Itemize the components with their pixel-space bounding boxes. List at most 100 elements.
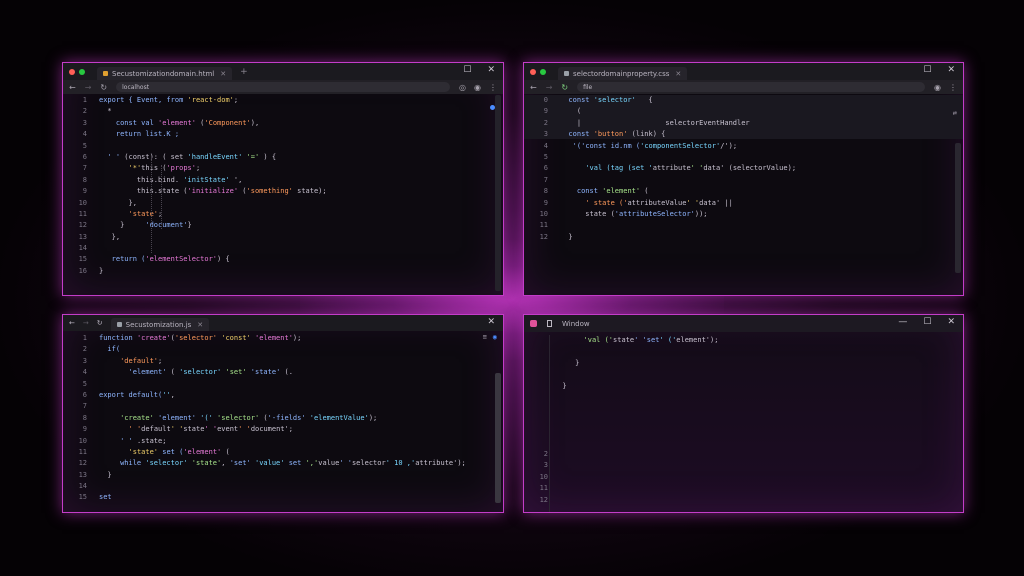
code-area[interactable]: function 'create'('selector' 'const' 'el… bbox=[99, 333, 493, 512]
code-line[interactable]: 'create' 'element' '(' 'selector' ('-fie… bbox=[99, 413, 493, 424]
settings-icon[interactable]: ◉ bbox=[493, 333, 497, 341]
more-icon[interactable]: ⋮ bbox=[489, 83, 497, 92]
window-top-right[interactable]: selectordomainproperty.css ✕ ☐ ✕ ← → ↻ f… bbox=[523, 62, 964, 296]
new-tab-plus-icon[interactable]: + bbox=[240, 67, 248, 77]
close-dot-icon[interactable] bbox=[530, 68, 536, 75]
code-line[interactable]: export { Event, from 'react-dom'; bbox=[99, 95, 493, 106]
maximize-dot-icon[interactable] bbox=[79, 68, 85, 75]
code-line[interactable] bbox=[554, 346, 953, 357]
code-line[interactable] bbox=[99, 379, 493, 390]
code-line[interactable]: }, bbox=[99, 232, 493, 243]
code-line[interactable]: 'state'; bbox=[99, 209, 493, 220]
code-line[interactable]: 'element' ( 'selector' 'set' 'state' (. bbox=[99, 367, 493, 378]
code-line[interactable]: const val 'element' ('Component'), bbox=[99, 118, 493, 129]
code-line[interactable]: const 'button' (link) { bbox=[560, 129, 953, 140]
vertical-scrollbar[interactable] bbox=[495, 95, 501, 291]
minimize-icon[interactable]: — bbox=[898, 317, 907, 327]
code-line[interactable] bbox=[99, 141, 493, 152]
code-line[interactable] bbox=[560, 175, 953, 186]
titlebar[interactable]: ← → ↻ Secustomization.js ✕ ✕ bbox=[63, 315, 503, 331]
split-editor-icon[interactable]: ⇄ bbox=[953, 109, 957, 117]
close-icon[interactable]: ✕ bbox=[487, 65, 495, 75]
code-line[interactable]: this.bind. 'initState' ', bbox=[99, 175, 493, 186]
browser-tab[interactable]: selectordomainproperty.css ✕ bbox=[558, 67, 688, 80]
code-line[interactable]: export default('', bbox=[99, 390, 493, 401]
code-editor[interactable]: 1 2 3 4 5 6 7 8 9 10 11 12 13 14 15 16 export { Event, … bbox=[63, 95, 503, 295]
close-icon[interactable]: ✕ bbox=[947, 65, 955, 75]
back-icon[interactable]: ← bbox=[530, 83, 537, 92]
code-line[interactable]: } bbox=[99, 470, 493, 481]
reload-icon[interactable]: ↻ bbox=[561, 83, 568, 92]
code-line[interactable]: | selectorEventHandler bbox=[560, 118, 953, 129]
window-top-left[interactable]: Secustomizationdomain.html ✕ + ☐ ✕ ← → ↻… bbox=[62, 62, 504, 296]
code-line[interactable]: ' ' (const): ( set 'handleEvent' '=' ) { bbox=[99, 152, 493, 163]
maximize-icon[interactable]: ☐ bbox=[463, 65, 471, 75]
tab-close-icon[interactable]: ✕ bbox=[220, 70, 226, 78]
titlebar[interactable]: Window — ☐ ✕ bbox=[524, 315, 963, 332]
window-bottom-right[interactable]: Window — ☐ ✕ 'val ('state' 'set' ('eleme… bbox=[523, 314, 964, 513]
code-line[interactable]: } bbox=[554, 381, 953, 392]
forward-icon[interactable]: → bbox=[546, 83, 553, 92]
code-line[interactable]: const 'element' ( bbox=[560, 186, 953, 197]
code-editor[interactable]: 0 9 2 3 4 5 6 7 8 9 10 11 12 const 'selector' { ( | … bbox=[524, 95, 963, 295]
close-icon[interactable]: ✕ bbox=[487, 317, 495, 327]
profile-icon[interactable]: ◉ bbox=[934, 83, 941, 92]
code-line[interactable]: 'val ('state' 'set' ('element'); bbox=[554, 335, 953, 346]
code-line[interactable]: ' ' .state; bbox=[99, 436, 493, 447]
extension-icon[interactable]: ◎ bbox=[459, 83, 466, 92]
minimap-icon[interactable]: ≡ bbox=[483, 333, 487, 341]
code-area[interactable]: 'val ('state' 'set' ('element'); } } bbox=[554, 335, 953, 512]
code-line[interactable]: 'state' set ('element' ( bbox=[99, 447, 493, 458]
code-editor[interactable]: 1 2 3 4 5 6 7 8 9 10 11 12 13 14 15 function 'create'(… bbox=[63, 333, 503, 512]
window-bottom-left[interactable]: ← → ↻ Secustomization.js ✕ ✕ 1 2 3 4 5 6 7 8 9 10… bbox=[62, 314, 504, 513]
more-icon[interactable]: ⋮ bbox=[949, 83, 957, 92]
code-area[interactable]: export { Event, from 'react-dom'; * cons… bbox=[99, 95, 493, 295]
profile-icon[interactable]: ◉ bbox=[474, 83, 481, 92]
back-icon[interactable]: ← bbox=[69, 83, 76, 92]
code-line[interactable]: 'val (tag (set 'attribute' 'data' (selec… bbox=[560, 163, 953, 174]
browser-tab[interactable]: Secustomizationdomain.html ✕ bbox=[97, 67, 233, 80]
maximize-dot-icon[interactable] bbox=[540, 68, 546, 75]
code-line[interactable]: state ('attributeSelector')); bbox=[560, 209, 953, 220]
vertical-scrollbar[interactable] bbox=[955, 143, 961, 273]
code-editor[interactable]: 'val ('state' 'set' ('element'); } } 2 3 1… bbox=[524, 335, 963, 512]
code-area[interactable]: const 'selector' { ( | selectorEventHand… bbox=[560, 95, 953, 295]
code-line[interactable]: } bbox=[554, 358, 953, 369]
url-field[interactable]: file bbox=[577, 82, 926, 92]
code-line[interactable]: * bbox=[99, 106, 493, 117]
forward-icon[interactable]: → bbox=[85, 83, 92, 92]
code-line[interactable] bbox=[560, 152, 953, 163]
code-line[interactable]: '*'this ('props'; bbox=[99, 163, 493, 174]
code-line[interactable]: if( bbox=[99, 344, 493, 355]
code-line[interactable]: ( bbox=[560, 106, 953, 117]
titlebar[interactable]: selectordomainproperty.css ✕ ☐ ✕ bbox=[524, 63, 963, 80]
back-icon[interactable]: ← bbox=[69, 319, 75, 327]
vertical-scrollbar[interactable] bbox=[495, 373, 501, 503]
code-line[interactable]: 'default'; bbox=[99, 356, 493, 367]
titlebar[interactable]: Secustomizationdomain.html ✕ + ☐ ✕ bbox=[63, 63, 503, 80]
code-line[interactable] bbox=[99, 481, 493, 492]
code-line[interactable]: const 'selector' { bbox=[560, 95, 953, 106]
code-line[interactable]: } 'document'} bbox=[99, 220, 493, 231]
tab-close-icon[interactable]: ✕ bbox=[197, 321, 203, 329]
code-line[interactable]: return ('elementSelector') { bbox=[99, 254, 493, 265]
code-line[interactable]: ' state ('attributeValue' 'data' || bbox=[560, 198, 953, 209]
code-line[interactable] bbox=[99, 243, 493, 254]
close-icon[interactable]: ✕ bbox=[947, 317, 955, 327]
code-line[interactable]: function 'create'('selector' 'const' 'el… bbox=[99, 333, 493, 344]
code-line[interactable]: }, bbox=[99, 198, 493, 209]
url-field[interactable]: localhost bbox=[116, 82, 451, 92]
browser-tab[interactable]: Secustomization.js ✕ bbox=[110, 318, 210, 331]
code-line[interactable]: while 'selector' 'state', 'set' 'value' … bbox=[99, 458, 493, 469]
code-line[interactable]: ' 'default' 'state' 'event' 'document'; bbox=[99, 424, 493, 435]
code-line[interactable] bbox=[554, 369, 953, 380]
close-dot-icon[interactable] bbox=[69, 68, 75, 75]
code-line[interactable]: '('const id.nm ('componentSelector'/'); bbox=[560, 141, 953, 152]
code-line[interactable]: return list.K ; bbox=[99, 129, 493, 140]
code-line[interactable]: this.state ('initialize' ('something' st… bbox=[99, 186, 493, 197]
maximize-icon[interactable]: ☐ bbox=[923, 317, 931, 327]
code-line[interactable] bbox=[99, 401, 493, 412]
forward-icon[interactable]: → bbox=[83, 319, 89, 327]
maximize-icon[interactable]: ☐ bbox=[923, 65, 931, 75]
code-line[interactable]: } bbox=[99, 266, 493, 277]
